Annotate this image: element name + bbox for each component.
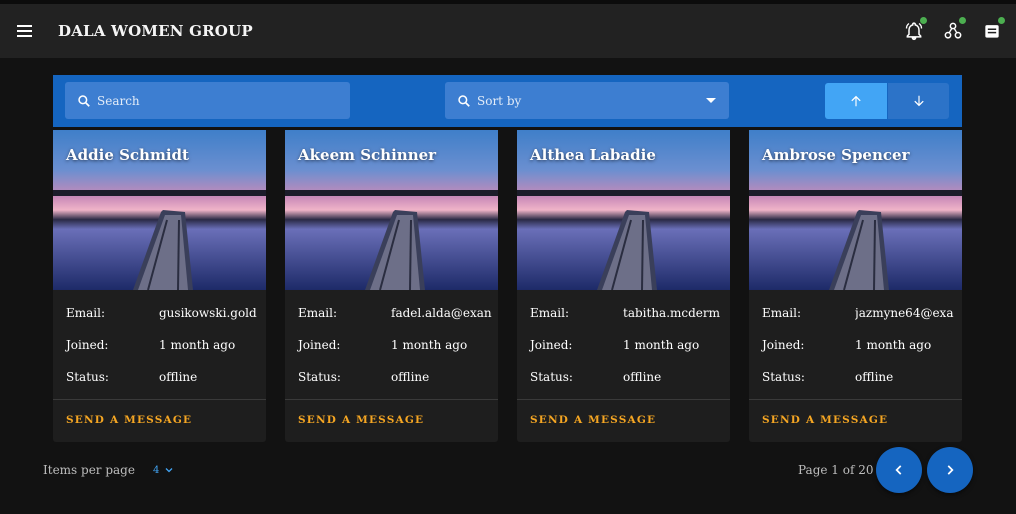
app-bar: DALA WOMEN GROUP [0, 0, 1016, 58]
email-value: gusikowski.gold [159, 306, 257, 320]
joined-label: Joined: [66, 338, 109, 352]
email-row: Email: tabitha.mcderm [530, 306, 720, 322]
member-card: Ambrose Spencer Email: jazmyne64@exa Joi… [749, 130, 962, 442]
status-row: Status: offline [762, 370, 952, 386]
member-name: Addie Schmidt [66, 146, 189, 164]
email-label: Email: [530, 306, 570, 320]
sort-select[interactable]: Sort by [445, 82, 729, 119]
card-cover-image: Akeem Schinner [285, 130, 498, 290]
card-cover-image: Ambrose Spencer [749, 130, 962, 290]
status-row: Status: offline [298, 370, 488, 386]
joined-row: Joined: 1 month ago [298, 338, 488, 354]
joined-row: Joined: 1 month ago [66, 338, 256, 354]
member-card: Althea Labadie Email: tabitha.mcderm Joi… [517, 130, 730, 442]
member-details: Email: jazmyne64@exa Joined: 1 month ago… [749, 290, 962, 400]
chevron-left-icon [895, 465, 902, 475]
email-label: Email: [762, 306, 802, 320]
notification-badge [920, 17, 927, 24]
email-row: Email: fadel.alda@exan [298, 306, 492, 322]
member-name: Ambrose Spencer [762, 146, 910, 164]
member-details: Email: tabitha.mcderm Joined: 1 month ag… [517, 290, 730, 400]
card-cover-image: Althea Labadie [517, 130, 730, 290]
send-message-button[interactable]: SEND A MESSAGE [530, 414, 656, 426]
items-per-page-label: Items per page [43, 463, 135, 477]
send-message-button[interactable]: SEND A MESSAGE [762, 414, 888, 426]
notifications-button[interactable] [897, 14, 930, 47]
previous-page-button[interactable] [876, 447, 922, 493]
member-card: Addie Schmidt Email: gusikowski.gold Joi… [53, 130, 266, 442]
email-value: fadel.alda@exan [391, 306, 492, 320]
arrow-down-icon [913, 95, 924, 107]
member-details: Email: gusikowski.gold Joined: 1 month a… [53, 290, 266, 400]
joined-label: Joined: [530, 338, 573, 352]
search-icon [78, 94, 90, 107]
app-title: DALA WOMEN GROUP [58, 22, 253, 40]
page-indicator: Page 1 of 20 [798, 463, 874, 477]
chevron-right-icon [947, 465, 954, 475]
joined-value: 1 month ago [159, 338, 236, 352]
member-name: Akeem Schinner [298, 146, 437, 164]
joined-value: 1 month ago [391, 338, 468, 352]
email-row: Email: gusikowski.gold [66, 306, 257, 322]
email-label: Email: [298, 306, 338, 320]
status-value: offline [855, 370, 894, 384]
email-label: Email: [66, 306, 106, 320]
groups-button[interactable] [936, 14, 969, 47]
email-value: jazmyne64@exa [855, 306, 954, 320]
status-label: Status: [66, 370, 109, 384]
inbox-badge [998, 17, 1005, 24]
inbox-icon [984, 24, 999, 38]
inbox-button[interactable] [975, 14, 1008, 47]
status-label: Status: [530, 370, 573, 384]
sort-direction-toggle [825, 83, 949, 119]
joined-row: Joined: 1 month ago [762, 338, 952, 354]
search-field[interactable] [65, 82, 350, 119]
sort-descending-button[interactable] [887, 83, 949, 119]
notifications-icon [905, 21, 922, 40]
chevron-down-icon [706, 98, 716, 103]
chevron-down-icon [165, 468, 173, 473]
search-icon [458, 94, 470, 107]
status-label: Status: [298, 370, 341, 384]
items-per-page-value: 4 [152, 464, 160, 476]
sort-placeholder: Sort by [477, 93, 522, 108]
filter-toolbar: Sort by [53, 75, 962, 127]
member-name: Althea Labadie [530, 146, 656, 164]
send-message-button[interactable]: SEND A MESSAGE [66, 414, 192, 426]
status-row: Status: offline [66, 370, 256, 386]
joined-value: 1 month ago [855, 338, 932, 352]
send-message-button[interactable]: SEND A MESSAGE [298, 414, 424, 426]
search-input[interactable] [97, 93, 337, 108]
email-row: Email: jazmyne64@exa [762, 306, 953, 322]
joined-label: Joined: [298, 338, 341, 352]
items-per-page: Items per page 4 [43, 463, 175, 477]
sort-ascending-button[interactable] [825, 83, 887, 119]
joined-label: Joined: [762, 338, 805, 352]
menu-button[interactable] [3, 9, 47, 53]
groups-icon [944, 22, 961, 39]
member-card: Akeem Schinner Email: fadel.alda@exan Jo… [285, 130, 498, 442]
status-label: Status: [762, 370, 805, 384]
member-details: Email: fadel.alda@exan Joined: 1 month a… [285, 290, 498, 400]
status-value: offline [159, 370, 198, 384]
groups-badge [959, 17, 966, 24]
status-value: offline [623, 370, 662, 384]
email-value: tabitha.mcderm [623, 306, 721, 320]
arrow-up-icon [851, 95, 861, 107]
status-row: Status: offline [530, 370, 720, 386]
card-cover-image: Addie Schmidt [53, 130, 266, 290]
joined-value: 1 month ago [623, 338, 700, 352]
next-page-button[interactable] [927, 447, 973, 493]
items-per-page-select[interactable]: 4 [153, 464, 175, 476]
status-value: offline [391, 370, 430, 384]
menu-icon [17, 25, 32, 37]
joined-row: Joined: 1 month ago [530, 338, 720, 354]
